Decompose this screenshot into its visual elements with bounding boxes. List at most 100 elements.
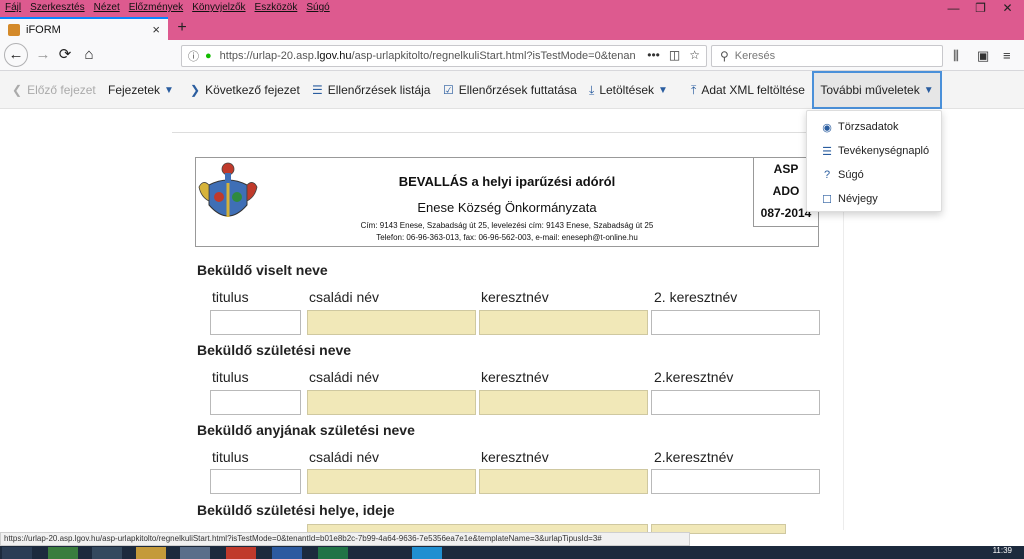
- chevron-down-icon: ▼: [164, 84, 174, 96]
- chapters-label: Fejezetek: [108, 83, 161, 97]
- download-icon: ⤓: [589, 82, 595, 97]
- sidebar-icon[interactable]: ▣: [977, 48, 989, 64]
- menu-item-activity-log[interactable]: ☰ Tevékenységnapló: [807, 139, 941, 163]
- taskbar-app-icon[interactable]: [318, 547, 348, 559]
- menu-file[interactable]: Fájl: [5, 2, 21, 13]
- section-title: Beküldő anyjának születési neve: [197, 422, 415, 438]
- menu-item-label: Tevékenységnapló: [838, 145, 930, 157]
- divider: [172, 132, 842, 133]
- field-label: családi név: [309, 449, 380, 465]
- more-actions-button[interactable]: További műveletek ▼: [812, 71, 942, 109]
- second-given-name-input[interactable]: [651, 310, 820, 335]
- family-name-input[interactable]: [307, 310, 476, 335]
- forward-button[interactable]: →: [32, 44, 54, 66]
- hamburger-menu-icon[interactable]: ≡: [1003, 48, 1011, 63]
- run-checks-button[interactable]: ☑ Ellenőrzések futtatása: [443, 71, 577, 109]
- field-label: 2. keresztnév: [654, 289, 738, 305]
- given-name-input[interactable]: [479, 390, 648, 415]
- title-input[interactable]: [210, 390, 301, 415]
- bookmark-star-icon[interactable]: ☆: [689, 48, 700, 62]
- taskbar-app-icon[interactable]: [272, 547, 302, 559]
- downloads-label: Letöltések: [599, 83, 655, 97]
- url-actions: ••• ◫ ☆: [641, 48, 700, 62]
- reload-button[interactable]: ⟳: [54, 44, 76, 66]
- favicon-icon: [8, 23, 20, 36]
- second-given-name-input[interactable]: [651, 390, 820, 415]
- tab-iform[interactable]: iFORM ×: [0, 17, 168, 40]
- lock-icon: ●: [205, 50, 212, 62]
- coat-of-arms-logo: [198, 162, 258, 217]
- menu-item-about[interactable]: ☐ Névjegy: [807, 187, 941, 211]
- authority-address: Cím: 9143 Enese, Szabadság út 25, levele…: [360, 221, 654, 230]
- chevron-down-icon: ▼: [923, 84, 934, 96]
- menu-item-help[interactable]: ? Súgó: [807, 163, 941, 187]
- upload-xml-button[interactable]: ⤒ Adat XML feltöltése: [691, 71, 805, 109]
- library-icon[interactable]: ⫼: [953, 48, 959, 64]
- restore-button[interactable]: ❐: [967, 0, 994, 17]
- info-icon[interactable]: ⓘ: [188, 48, 199, 64]
- clock: 11:39: [992, 546, 1012, 555]
- field-label: titulus: [212, 449, 249, 465]
- tab-strip: iFORM × +: [0, 17, 1024, 40]
- pocket-icon[interactable]: ◫: [669, 48, 680, 62]
- back-button[interactable]: ←: [4, 43, 28, 67]
- close-tab-icon[interactable]: ×: [152, 22, 160, 37]
- prev-chapter-button[interactable]: ❮ Előző fejezet: [12, 71, 96, 109]
- second-given-name-input[interactable]: [651, 469, 820, 494]
- title-input[interactable]: [210, 310, 301, 335]
- given-name-input[interactable]: [479, 310, 648, 335]
- menu-item-master-data[interactable]: ◉ Törzsadatok: [807, 115, 941, 139]
- start-button[interactable]: [2, 547, 32, 559]
- taskbar-app-icon[interactable]: [136, 547, 166, 559]
- question-circle-icon: ?: [823, 169, 831, 181]
- url-bar[interactable]: ⓘ ● https://urlap-20.asp.lgov.hu/asp-url…: [181, 45, 707, 67]
- search-icon: ⚲: [720, 49, 729, 63]
- section-title: Beküldő születési helye, ideje: [197, 502, 395, 518]
- home-button[interactable]: ⌂: [78, 44, 100, 66]
- chevron-right-icon: ❯: [190, 83, 201, 97]
- more-actions-dropdown: ◉ Törzsadatok ☰ Tevékenységnapló ? Súgó …: [806, 110, 942, 212]
- taskbar-app-icon[interactable]: [180, 547, 210, 559]
- menu-edit[interactable]: Szerkesztés: [30, 2, 84, 13]
- new-tab-button[interactable]: +: [173, 17, 191, 40]
- next-chapter-button[interactable]: ❯ Következő fejezet: [190, 71, 300, 109]
- taskbar-app-icon[interactable]: [92, 547, 122, 559]
- upload-xml-label: Adat XML feltöltése: [701, 83, 805, 97]
- page-actions-icon[interactable]: •••: [647, 48, 660, 62]
- menu-item-label: Névjegy: [838, 193, 878, 205]
- authority-contact: Telefon: 06-96-363-013, fax: 06-96-562-0…: [376, 233, 638, 242]
- url-text[interactable]: https://urlap-20.asp.lgov.hu/asp-urlapki…: [220, 50, 650, 62]
- close-window-button[interactable]: ✕: [994, 0, 1021, 17]
- menu-bookmarks[interactable]: Könyvjelzők: [192, 2, 245, 13]
- family-name-input[interactable]: [307, 390, 476, 415]
- header-divider: [262, 157, 753, 158]
- next-chapter-label: Következő fejezet: [205, 83, 300, 97]
- minimize-button[interactable]: —: [940, 0, 967, 17]
- taskbar-app-icon[interactable]: [412, 547, 442, 559]
- card-icon: ☐: [822, 193, 832, 206]
- menu-tools[interactable]: Eszközök: [255, 2, 298, 13]
- form-toolbar: ❮ Előző fejezet Fejezetek ▼ ❯ Következő …: [0, 71, 1024, 109]
- menu-history[interactable]: Előzmények: [129, 2, 183, 13]
- list-icon: ☰: [822, 145, 832, 158]
- page-margin-left: [0, 110, 172, 530]
- menu-view[interactable]: Nézet: [94, 2, 120, 13]
- title-input[interactable]: [210, 469, 301, 494]
- downloads-button[interactable]: ⤓ Letöltések ▼: [589, 71, 668, 109]
- chapters-button[interactable]: Fejezetek ▼: [108, 71, 174, 109]
- taskbar-app-icon[interactable]: [48, 547, 78, 559]
- given-name-input[interactable]: [479, 469, 648, 494]
- search-bar[interactable]: ⚲ Keresés: [711, 45, 943, 67]
- form-title: BEVALLÁS a helyi iparűzési adóról: [398, 174, 616, 189]
- menu-help[interactable]: Súgó: [306, 2, 329, 13]
- family-name-input[interactable]: [307, 469, 476, 494]
- navigation-toolbar: ← → ⟳ ⌂ ⓘ ● https://urlap-20.asp.lgov.hu…: [0, 40, 1024, 71]
- taskbar-app-icon[interactable]: [226, 547, 256, 559]
- field-label: titulus: [212, 289, 249, 305]
- upload-icon: ⤒: [691, 82, 697, 97]
- tab-title: iFORM: [26, 23, 61, 36]
- url-rest: /asp-urlapkitolto/regnelkuliStart.html?i…: [351, 50, 636, 62]
- checklist-button[interactable]: ☰ Ellenőrzések listája: [312, 71, 430, 109]
- field-label: titulus: [212, 369, 249, 385]
- field-label: 2.keresztnév: [654, 369, 734, 385]
